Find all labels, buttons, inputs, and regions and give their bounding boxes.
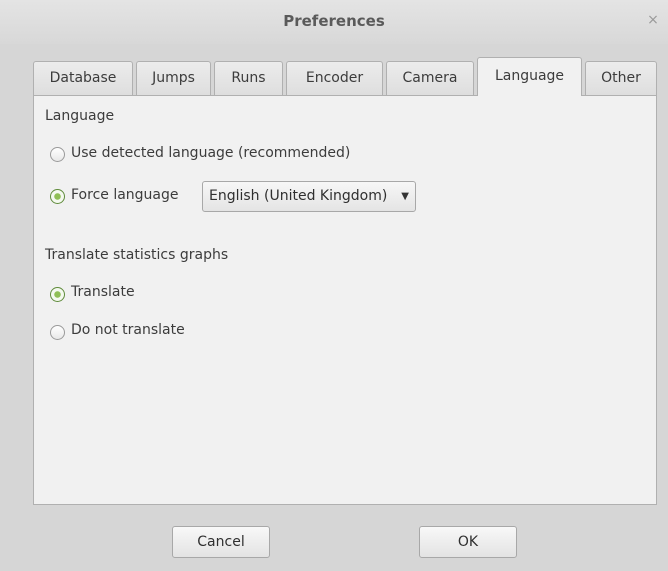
tab-camera[interactable]: Camera — [386, 61, 474, 95]
translate-label[interactable]: Translate — [71, 284, 135, 300]
cancel-button[interactable]: Cancel — [172, 526, 270, 558]
tab-database[interactable]: Database — [33, 61, 133, 95]
force-language-label[interactable]: Force language — [71, 187, 179, 203]
language-select[interactable]: English (United Kingdom) ▼ — [202, 181, 416, 212]
ok-button[interactable]: OK — [419, 526, 517, 558]
tab-encoder[interactable]: Encoder — [286, 61, 383, 95]
language-section-heading: Language — [45, 108, 115, 124]
title-bar: Preferences × — [0, 0, 668, 44]
language-tab-panel: Language Use detected language (recommen… — [33, 95, 657, 505]
close-icon[interactable]: × — [646, 12, 660, 28]
tab-runs[interactable]: Runs — [214, 61, 283, 95]
tab-jumps[interactable]: Jumps — [136, 61, 211, 95]
translate-radio[interactable] — [50, 287, 65, 302]
use-detected-language-label[interactable]: Use detected language (recommended) — [71, 145, 350, 161]
language-select-value: English (United Kingdom) — [209, 188, 388, 204]
tab-other[interactable]: Other — [585, 61, 657, 95]
window-title: Preferences — [283, 12, 385, 30]
use-detected-language-radio[interactable] — [50, 147, 65, 162]
do-not-translate-radio[interactable] — [50, 325, 65, 340]
tab-language[interactable]: Language — [477, 57, 582, 96]
dropdown-arrow-icon: ▼ — [401, 191, 409, 202]
graphs-section-heading: Translate statistics graphs — [45, 247, 229, 263]
do-not-translate-label[interactable]: Do not translate — [71, 322, 185, 338]
force-language-radio[interactable] — [50, 189, 65, 204]
